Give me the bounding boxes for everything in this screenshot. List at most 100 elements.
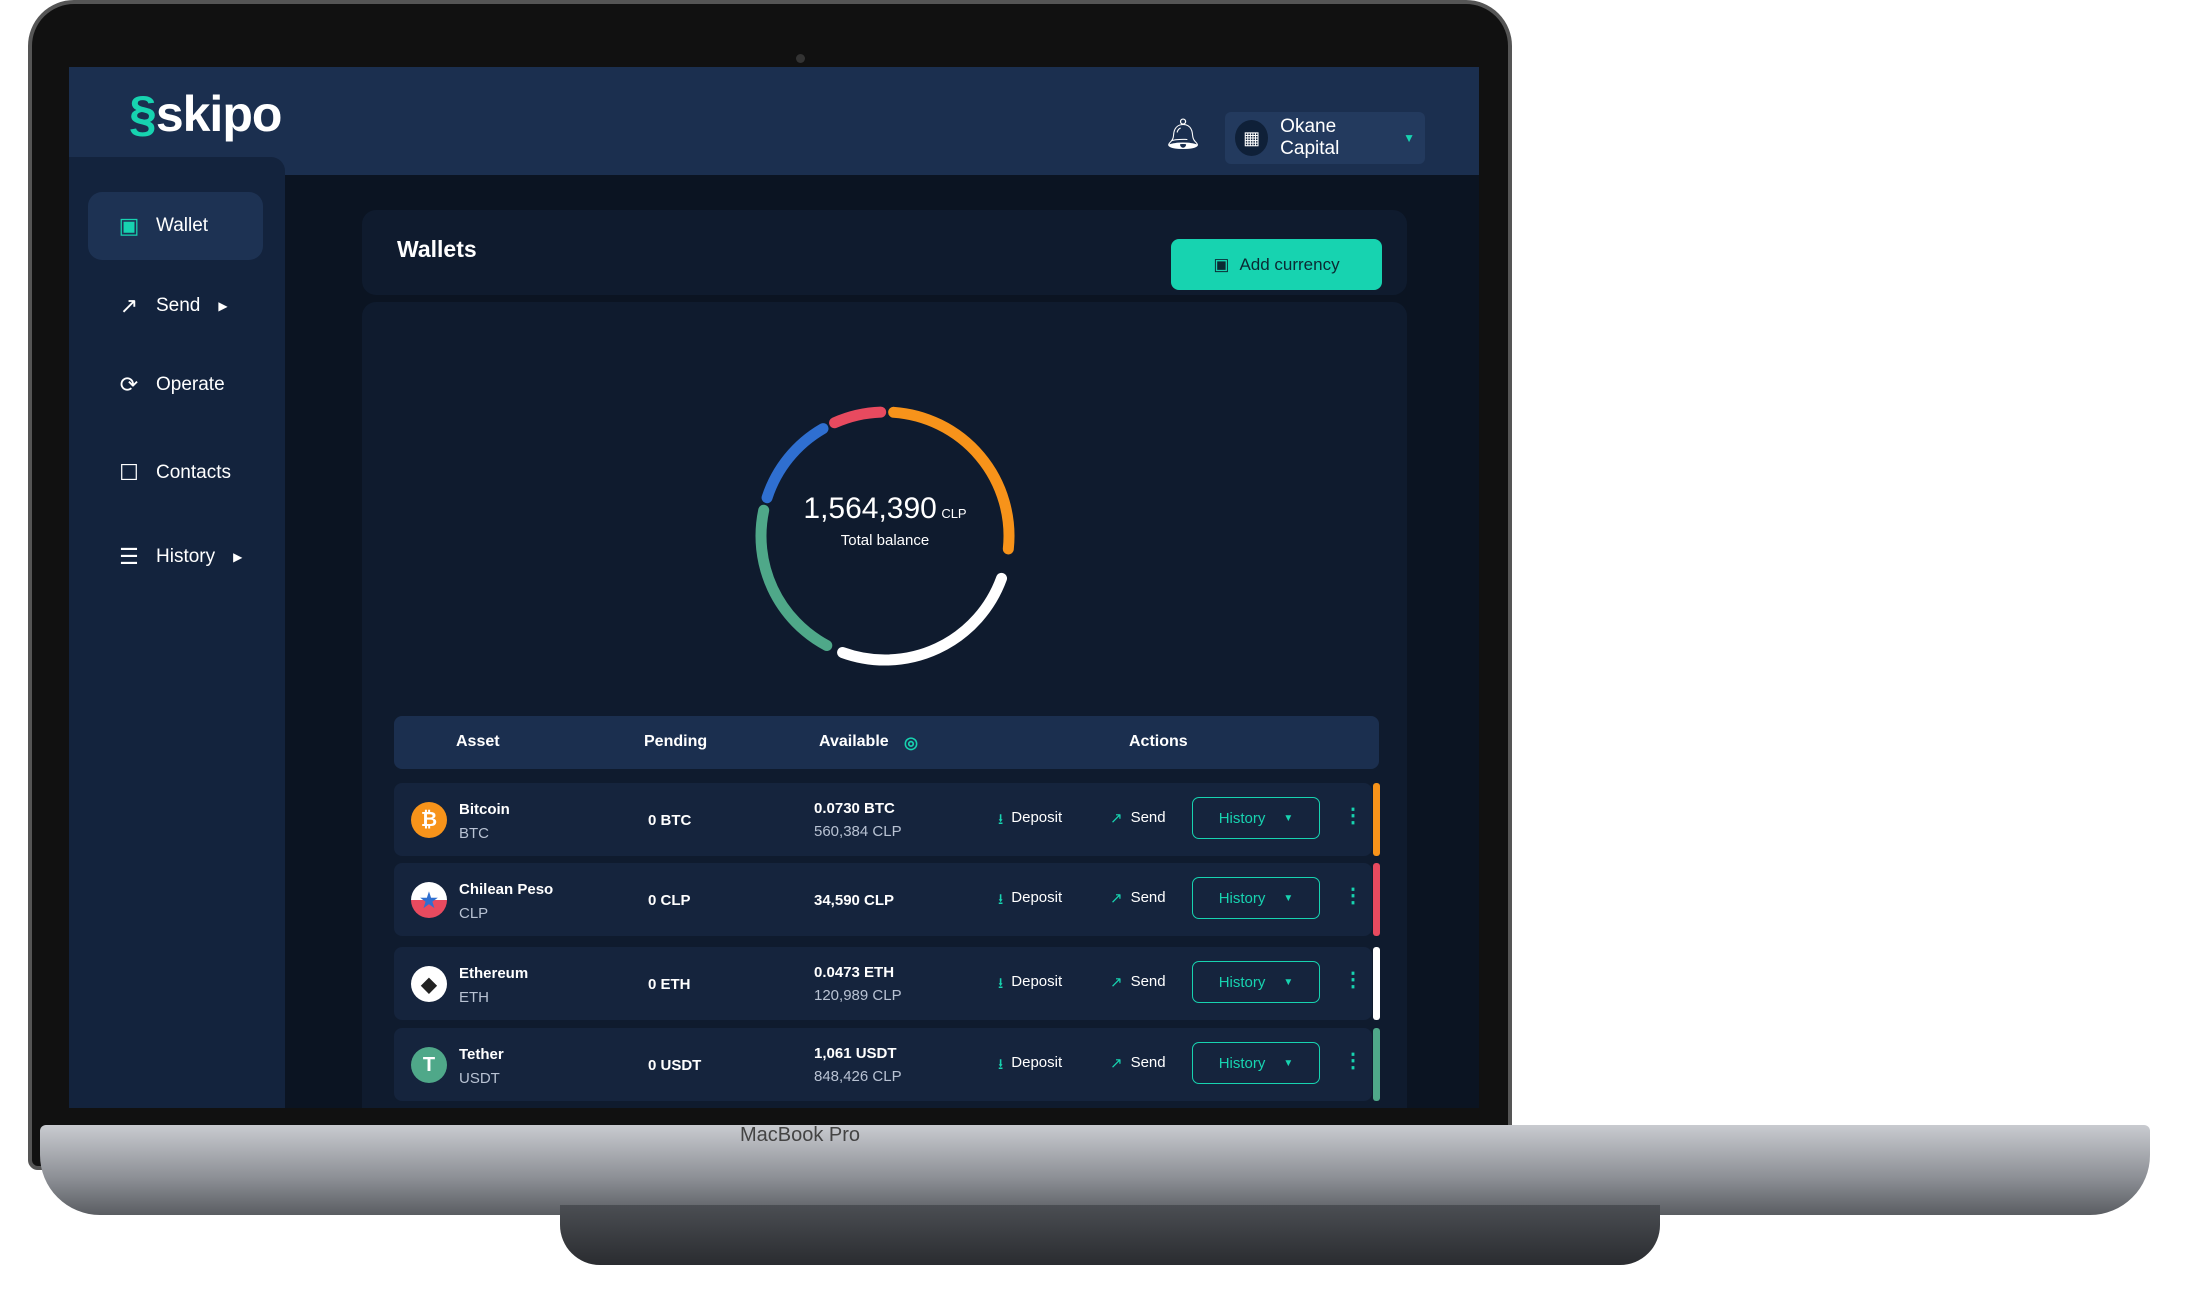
page-title: Wallets (397, 236, 477, 262)
table-row: T Tether USDT 0 USDT 1,061 USDT 848,426 … (394, 1028, 1380, 1101)
col-asset: Asset (456, 733, 500, 750)
logo[interactable]: §skipo (129, 85, 282, 143)
donut-segment (761, 423, 829, 504)
asset-symbol: USDT (459, 1070, 500, 1087)
wallet-icon: ▣ (1213, 254, 1230, 274)
color-bar (1373, 783, 1380, 856)
camera (796, 54, 805, 63)
download-icon: ⭳ (998, 1056, 1004, 1073)
chevron-down-icon: ▼ (1403, 131, 1415, 145)
chevron-down-icon: ▼ (1283, 1057, 1294, 1069)
color-bar (1373, 863, 1380, 936)
history-dropdown[interactable]: History ▼ (1192, 1042, 1320, 1084)
deposit-button[interactable]: ⭳ Deposit (998, 1054, 1062, 1079)
chevron-down-icon: ▼ (1283, 892, 1294, 904)
send-button[interactable]: ↗ Send (1110, 973, 1166, 991)
send-button[interactable]: ↗ Send (1110, 809, 1166, 827)
col-available: Available (819, 733, 889, 750)
available-clp: 120,989 CLP (814, 987, 902, 1004)
send-arrow-icon: ↗ (1110, 974, 1123, 991)
pending-amount: 0 USDT (648, 1057, 702, 1074)
more-options-icon[interactable]: ⋮ (1343, 883, 1363, 908)
asset-symbol: ETH (459, 989, 489, 1006)
pending-amount: 0 CLP (648, 892, 691, 909)
table-row: ★ Chilean Peso CLP 0 CLP 34,590 CLP ⭳ Dep… (394, 863, 1380, 936)
available-clp: 848,426 CLP (814, 1068, 902, 1085)
add-currency-button[interactable]: ▣ Add currency (1171, 239, 1382, 290)
color-bar (1373, 1028, 1380, 1101)
download-icon: ⭳ (998, 811, 1004, 828)
refresh-icon: ⟳ (119, 372, 139, 397)
more-options-icon[interactable]: ⋮ (1343, 803, 1363, 828)
asset-name: Bitcoin (459, 801, 510, 818)
donut-segment (837, 572, 1008, 666)
history-dropdown[interactable]: History ▼ (1192, 961, 1320, 1003)
donut-segment (829, 406, 887, 429)
building-icon: ▦ (1235, 120, 1269, 156)
available-clp: 560,384 CLP (814, 823, 902, 840)
bell-icon[interactable]: 🔔︎ (1164, 117, 1202, 152)
sidebar: ▣ Wallet ↗ Send ▶ ⟳ Operate ☐ Contacts ☰ Histo… (69, 157, 285, 1108)
laptop-base (40, 1125, 2150, 1215)
history-dropdown[interactable]: History ▼ (1192, 797, 1320, 839)
wallets-card: 1,564,390 CLP Total balance Asset Pendin… (362, 302, 1407, 1108)
org-name: Okane Capital (1280, 116, 1340, 159)
sidebar-item-wallet[interactable]: ▣ Wallet (88, 192, 263, 260)
asset-name: Tether (459, 1046, 504, 1063)
send-arrow-icon: ↗ (119, 293, 139, 318)
chevron-right-icon: ▶ (218, 299, 228, 313)
asset-name: Chilean Peso (459, 881, 554, 898)
laptop-base-bottom (560, 1205, 1660, 1265)
color-bar (1373, 947, 1380, 1020)
available-amount: 1,061 USDT (814, 1045, 897, 1062)
available-amount: 0.0730 BTC (814, 800, 895, 817)
org-selector[interactable]: ▦ Okane Capital ▼ (1225, 112, 1425, 164)
clipboard-icon: ☰ (119, 544, 139, 569)
available-amount: 0.0473 ETH (814, 964, 895, 981)
pending-amount: 0 ETH (648, 976, 691, 993)
deposit-button[interactable]: ⭳ Deposit (998, 973, 1062, 998)
ethereum-icon: ◆ (411, 966, 447, 1002)
pending-amount: 0 BTC (648, 812, 692, 829)
screen: §skipo 🔔︎ ▦ Okane Capital ▼ ▣ Wallet ↗ Sen… (69, 67, 1479, 1108)
table-header: Asset Pending Available ◎ Actions (394, 716, 1379, 769)
download-icon: ⭳ (998, 891, 1004, 908)
send-arrow-icon: ↗ (1110, 1055, 1123, 1072)
deposit-button[interactable]: ⭳ Deposit (998, 809, 1062, 834)
asset-symbol: BTC (459, 825, 489, 842)
table-row: ◆ Ethereum ETH 0 ETH 0.0473 ETH 120,989 … (394, 947, 1380, 1020)
sidebar-item-history[interactable]: ☰ History ▶ (88, 523, 263, 591)
chevron-down-icon: ▼ (1283, 812, 1294, 824)
table-row: ₿ Bitcoin BTC 0 BTC 0.0730 BTC 560,384 C… (394, 783, 1380, 856)
chevron-down-icon: ▼ (1283, 976, 1294, 988)
asset-name: Ethereum (459, 965, 529, 982)
chevron-right-icon: ▶ (233, 550, 243, 564)
chile-flag-icon: ★ (411, 882, 447, 918)
send-button[interactable]: ↗ Send (1110, 889, 1166, 907)
history-dropdown[interactable]: History ▼ (1192, 877, 1320, 919)
sidebar-item-contacts[interactable]: ☐ Contacts (88, 439, 263, 507)
more-options-icon[interactable]: ⋮ (1343, 1048, 1363, 1073)
col-actions: Actions (1129, 733, 1188, 750)
deposit-button[interactable]: ⭳ Deposit (998, 889, 1062, 914)
more-options-icon[interactable]: ⋮ (1343, 967, 1363, 992)
balance-label: Total balance (840, 532, 930, 549)
send-arrow-icon: ↗ (1110, 810, 1123, 827)
balance-amount: 1,564,390 (803, 492, 937, 525)
logo-mark: § (129, 86, 157, 142)
contact-card-icon: ☐ (119, 460, 139, 485)
top-header: §skipo 🔔︎ ▦ Okane Capital ▼ (69, 67, 1479, 175)
bitcoin-icon: ₿ (411, 802, 447, 838)
sidebar-item-operate[interactable]: ⟳ Operate (88, 351, 263, 419)
download-icon: ⭳ (998, 975, 1004, 992)
sidebar-item-send[interactable]: ↗ Send ▶ (88, 272, 263, 340)
eye-icon[interactable]: ◎ (904, 733, 918, 753)
col-pending: Pending (644, 733, 708, 750)
asset-symbol: CLP (459, 905, 489, 922)
tether-icon: T (411, 1047, 447, 1083)
send-button[interactable]: ↗ Send (1110, 1054, 1166, 1072)
available-amount: 34,590 CLP (814, 892, 895, 909)
wallet-icon: ▣ (118, 213, 140, 238)
send-arrow-icon: ↗ (1110, 890, 1123, 907)
device-label: MacBook Pro (739, 1124, 861, 1146)
